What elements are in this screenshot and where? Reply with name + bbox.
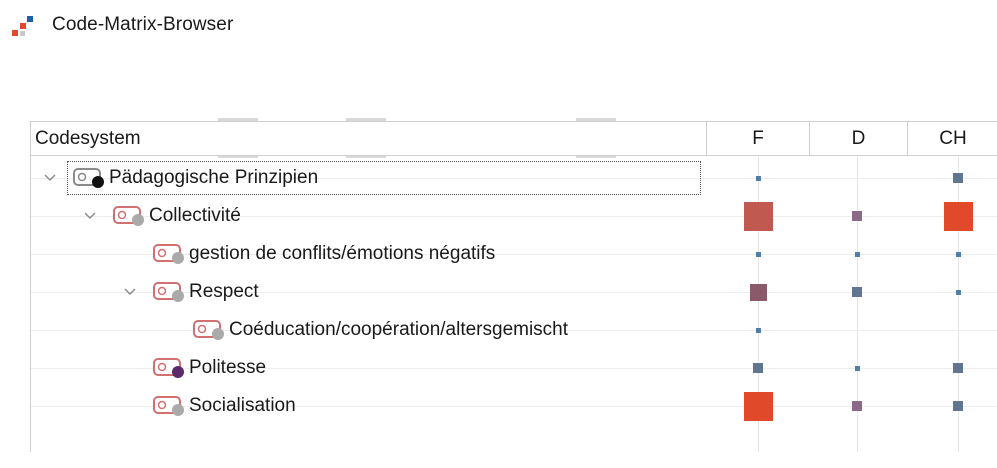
matrix-cell-square[interactable] [755,327,761,333]
code-icon [113,206,144,226]
matrix-cell-square[interactable] [749,283,767,301]
code-icon [73,168,104,188]
code-row[interactable]: Pädagogische Prinzipien [31,159,997,197]
code-row[interactable]: Collectivité [31,197,997,235]
header-column-d[interactable]: D [810,122,908,156]
toolbar: 1 3 1 3 [0,58,997,158]
window-title: Code-Matrix-Browser [52,14,234,35]
matrix-cell-square[interactable] [953,173,963,183]
matrix-cell-square[interactable] [955,251,961,257]
code-icon [153,282,184,302]
code-row[interactable]: Respect [31,273,997,311]
matrix-cell-square[interactable] [753,363,763,373]
matrix-cell-square[interactable] [755,251,761,257]
matrix-cell-square[interactable] [743,201,773,231]
matrix-app-icon [12,16,33,36]
matrix-cell-square[interactable] [743,391,773,421]
matrix-cell-square[interactable] [854,251,860,257]
chevron-down-icon[interactable] [123,285,137,299]
code-icon [193,320,224,340]
code-icon [153,396,184,416]
matrix-cell-square[interactable] [755,175,761,181]
code-row[interactable]: Socialisation [31,387,997,425]
code-icon [153,244,184,264]
chevron-down-icon[interactable] [83,209,97,223]
header-column-f[interactable]: F [707,122,810,156]
chevron-down-icon[interactable] [43,171,57,185]
code-label[interactable]: Collectivité [149,205,241,227]
matrix-cell-square[interactable] [852,211,862,221]
code-matrix-table: Codesystem F D CH Pädagogische Prinzipie… [30,121,997,452]
code-label[interactable]: Respect [189,281,259,303]
matrix-cell-square[interactable] [852,401,862,411]
code-row[interactable]: Coéducation/coopération/altersgemischt [31,311,997,349]
matrix-cell-square[interactable] [953,363,963,373]
title-bar: Code-Matrix-Browser [0,0,997,52]
code-label[interactable]: gestion de conflits/émotions négatifs [189,243,495,265]
code-row[interactable]: gestion de conflits/émotions négatifs [31,235,997,273]
header-column-ch[interactable]: CH [908,122,997,156]
code-label[interactable]: Socialisation [189,395,296,417]
matrix-cell-square[interactable] [953,401,963,411]
code-row[interactable]: Politesse [31,349,997,387]
matrix-cell-square[interactable] [852,287,862,297]
code-label[interactable]: Politesse [189,357,266,379]
matrix-cell-square[interactable] [943,201,973,231]
code-label[interactable]: Coéducation/coopération/altersgemischt [229,319,568,341]
matrix-cell-square[interactable] [854,365,860,371]
code-icon [153,358,184,378]
matrix-cell-square[interactable] [955,289,961,295]
code-label[interactable]: Pädagogische Prinzipien [109,167,318,189]
header-codesystem[interactable]: Codesystem [31,122,707,156]
